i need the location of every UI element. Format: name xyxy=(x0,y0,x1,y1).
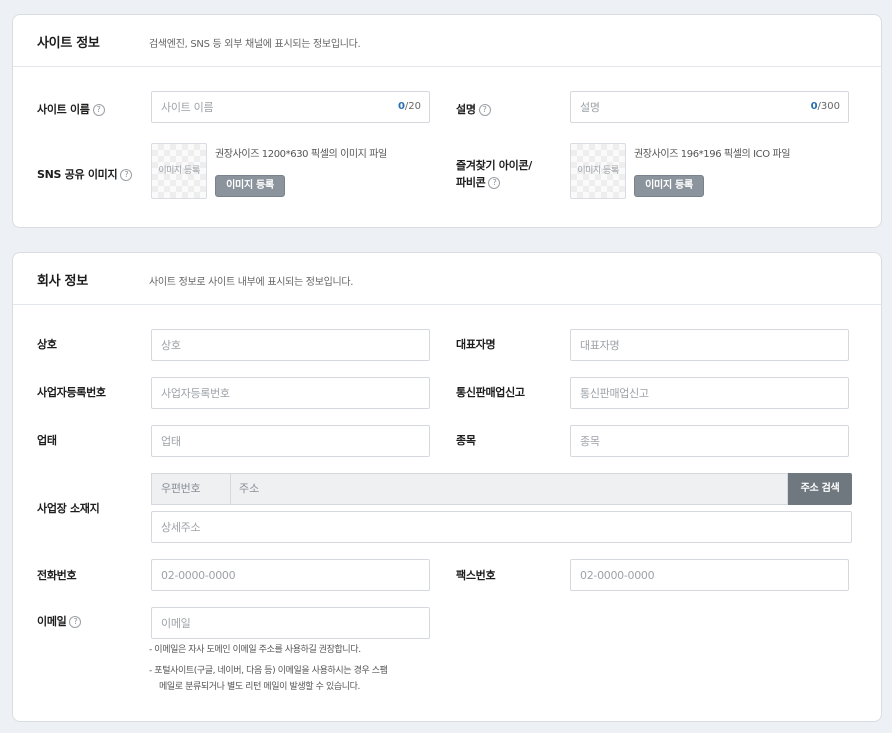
site-name-max: /20 xyxy=(404,101,421,112)
biz-item-field[interactable] xyxy=(570,425,849,457)
description-label-text: 설명 xyxy=(456,103,476,116)
fax-field[interactable] xyxy=(570,559,849,591)
biz-item-input[interactable] xyxy=(571,426,848,456)
site-name-field[interactable]: 0/20 xyxy=(151,91,430,123)
site-name-input[interactable] xyxy=(152,92,429,122)
favicon-label-line2-wrap: 파비콘? xyxy=(456,175,532,190)
ceo-input[interactable] xyxy=(571,330,848,360)
email-field[interactable] xyxy=(151,607,430,639)
email-note-1: - 이메일은 자사 도메인 이메일 주소를 사용하길 권장합니다. xyxy=(149,645,361,655)
ecommerce-label: 통신판매업신고 xyxy=(456,386,525,399)
company-name-field[interactable] xyxy=(151,329,430,361)
email-note-2-line2: 메일로 분류되거나 별도 리턴 메일이 발생할 수 있습니다. xyxy=(159,682,360,692)
email-label: 이메일? xyxy=(37,614,82,629)
biz-reg-label: 사업자등록번호 xyxy=(37,386,106,399)
favicon-label-line1: 즐겨찾기 아이콘/ xyxy=(456,159,532,172)
zipcode-field: 우편번호 xyxy=(151,473,231,505)
email-label-text: 이메일 xyxy=(37,615,67,628)
company-info-description: 사이트 정보로 사이트 내부에 표시되는 정보입니다. xyxy=(149,277,354,288)
description-counter: 0/300 xyxy=(811,101,840,112)
ecommerce-input[interactable] xyxy=(571,378,848,408)
sns-image-upload-button[interactable]: 이미지 등록 xyxy=(215,175,285,197)
company-info-header: 회사 정보 사이트 정보로 사이트 내부에 표시되는 정보입니다. xyxy=(13,253,881,305)
address-detail-field[interactable] xyxy=(151,511,852,543)
favicon-label-line2: 파비콘 xyxy=(456,176,486,189)
sns-image-note: 권장사이즈 1200*630 픽셀의 이미지 파일 xyxy=(215,149,387,160)
help-icon[interactable]: ? xyxy=(120,169,133,181)
description-count: 0 xyxy=(810,101,818,112)
ceo-field[interactable] xyxy=(570,329,849,361)
site-info-header: 사이트 정보 검색엔진, SNS 등 외부 채널에 표시되는 정보입니다. xyxy=(13,15,881,67)
site-info-title: 사이트 정보 xyxy=(37,36,100,51)
sns-image-label-text: SNS 공유 이미지 xyxy=(37,168,118,181)
fax-label: 팩스번호 xyxy=(456,569,496,582)
description-input[interactable] xyxy=(571,92,848,122)
site-info-description: 검색엔진, SNS 등 외부 채널에 표시되는 정보입니다. xyxy=(149,39,361,50)
email-input[interactable] xyxy=(152,608,429,638)
address-row: 우편번호 주소 주소 검색 xyxy=(151,473,852,505)
email-note-2-line1: - 포털사이트(구글, 네이버, 다음 등) 이메일을 사용하시는 경우 스팸 xyxy=(149,666,388,676)
biz-type-label: 업태 xyxy=(37,434,57,447)
phone-label: 전화번호 xyxy=(37,569,77,582)
biz-item-label: 종목 xyxy=(456,434,476,447)
address-field: 주소 xyxy=(230,473,788,505)
biz-reg-field[interactable] xyxy=(151,377,430,409)
help-icon[interactable]: ? xyxy=(69,616,82,628)
description-label: 설명? xyxy=(456,102,491,117)
favicon-preview[interactable]: 이미지 등록 xyxy=(570,143,626,199)
help-icon[interactable]: ? xyxy=(92,104,105,116)
biz-reg-input[interactable] xyxy=(152,378,429,408)
address-search-button[interactable]: 주소 검색 xyxy=(788,473,852,505)
description-max: /300 xyxy=(817,101,840,112)
favicon-label: 즐겨찾기 아이콘/ 파비콘? xyxy=(456,158,532,190)
ecommerce-field[interactable] xyxy=(570,377,849,409)
fax-input[interactable] xyxy=(571,560,848,590)
favicon-note: 권장사이즈 196*196 픽셀의 ICO 파일 xyxy=(634,149,791,160)
biz-type-field[interactable] xyxy=(151,425,430,457)
help-icon[interactable]: ? xyxy=(478,104,491,116)
help-icon[interactable]: ? xyxy=(488,177,501,189)
biz-type-input[interactable] xyxy=(152,426,429,456)
phone-input[interactable] xyxy=(152,560,429,590)
address-detail-input[interactable] xyxy=(152,512,851,542)
phone-field[interactable] xyxy=(151,559,430,591)
description-field[interactable]: 0/300 xyxy=(570,91,849,123)
sns-image-label: SNS 공유 이미지? xyxy=(37,167,133,182)
site-name-count: 0 xyxy=(397,101,405,112)
site-name-label: 사이트 이름? xyxy=(37,102,105,117)
site-name-label-text: 사이트 이름 xyxy=(37,103,90,116)
site-info-card: 사이트 정보 검색엔진, SNS 등 외부 채널에 표시되는 정보입니다. 사이… xyxy=(12,14,882,228)
address-label: 사업장 소재지 xyxy=(37,502,100,515)
company-name-input[interactable] xyxy=(152,330,429,360)
favicon-upload-button[interactable]: 이미지 등록 xyxy=(634,175,704,197)
company-info-card: 회사 정보 사이트 정보로 사이트 내부에 표시되는 정보입니다. 상호 대표자… xyxy=(12,252,882,722)
site-name-counter: 0/20 xyxy=(398,101,421,112)
sns-image-preview[interactable]: 이미지 등록 xyxy=(151,143,207,199)
ceo-label: 대표자명 xyxy=(456,338,496,351)
company-info-title: 회사 정보 xyxy=(37,274,88,289)
company-name-label: 상호 xyxy=(37,338,57,351)
